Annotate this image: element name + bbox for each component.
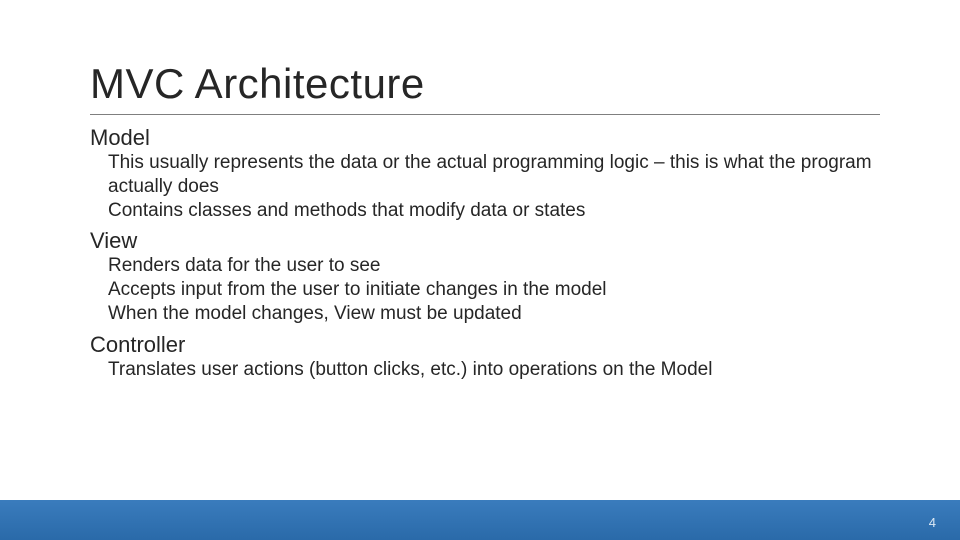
- slide-title: MVC Architecture: [90, 60, 880, 115]
- section-heading: View: [90, 228, 880, 254]
- page-number: 4: [929, 515, 936, 530]
- section-heading: Model: [90, 125, 880, 151]
- body-line: Accepts input from the user to initiate …: [108, 278, 880, 302]
- body-line: This usually represents the data or the …: [108, 151, 880, 199]
- section-body: Renders data for the user to see Accepts…: [90, 254, 880, 325]
- footer-bar: 4: [0, 500, 960, 540]
- body-line: Renders data for the user to see: [108, 254, 880, 278]
- section-body: Translates user actions (button clicks, …: [90, 358, 880, 382]
- section-controller: Controller Translates user actions (butt…: [90, 332, 880, 382]
- section-heading: Controller: [90, 332, 880, 358]
- section-body: This usually represents the data or the …: [90, 151, 880, 222]
- section-model: Model This usually represents the data o…: [90, 125, 880, 222]
- body-line: When the model changes, View must be upd…: [108, 302, 880, 326]
- body-line: Contains classes and methods that modify…: [108, 199, 880, 223]
- slide: MVC Architecture Model This usually repr…: [0, 0, 960, 540]
- body-line: Translates user actions (button clicks, …: [108, 358, 880, 382]
- slide-content: MVC Architecture Model This usually repr…: [0, 0, 960, 381]
- section-view: View Renders data for the user to see Ac…: [90, 228, 880, 325]
